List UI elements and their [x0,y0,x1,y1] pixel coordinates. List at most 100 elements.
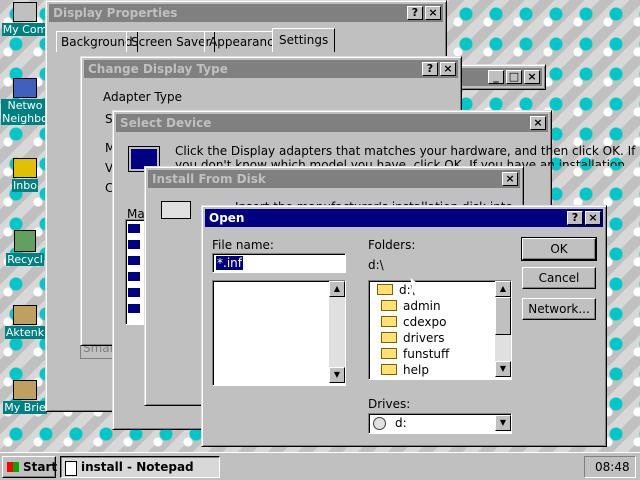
folder-label: funstuff [403,347,450,361]
network-icon [13,78,37,98]
tab-settings[interactable]: Settings [272,28,336,52]
close-button[interactable]: × [425,6,441,20]
folder-list-scrollbar[interactable]: ▲ ▼ [495,281,511,377]
close-button[interactable]: × [585,211,601,225]
ok-button[interactable]: OK [521,237,597,261]
window-title: Change Display Type [88,62,228,76]
desktop-icon-label: My Brie [3,401,47,414]
start-button[interactable]: Start [2,456,58,478]
close-button[interactable]: × [440,62,456,76]
instruction-text-line1: Click the Display adapters that matches … [175,144,636,158]
briefcase-icon [13,305,37,325]
manufacturer-list[interactable] [125,219,145,325]
help-button[interactable]: ? [422,62,438,76]
file-name-input[interactable]: *.inf [212,253,346,273]
minimize-button[interactable]: _ [488,70,504,84]
folder-item[interactable]: cdexpo [381,315,446,331]
folder-label: cdexpo [403,315,447,329]
help-button[interactable]: ? [407,6,423,20]
desktop-icon-label: My Com [1,23,49,36]
desktop-icon-label: Inbo [12,179,38,192]
floppy-drive-icon [161,201,191,219]
drive-value: d: [395,416,407,430]
cd-drive-icon [373,417,386,430]
file-list[interactable]: ▲ ▼ [212,280,346,386]
close-button[interactable]: × [524,70,540,84]
window-title: Select Device [120,116,212,130]
scroll-down-arrow[interactable]: ▼ [329,367,345,383]
file-list-scrollbar[interactable]: ▲ ▼ [329,281,345,383]
adapter-type-label: Adapter Type [103,90,182,104]
desktop-icon-recycle-bin[interactable]: Recycl [0,230,50,266]
open-dialog: Open ? × File name: *.inf ▲ ▼ Folders: d… [201,205,607,447]
close-button[interactable]: × [530,116,546,130]
folder-item[interactable]: drivers [381,331,445,347]
clock: 08:48 [595,460,630,474]
monitor-icon [128,272,140,281]
desktop-icon-label: Netwo Neighbo [1,99,49,125]
select-device-titlebar: Select Device × [116,114,548,132]
instruction-text-line2: you don't know which model you have, cli… [175,158,625,166]
change-display-titlebar: Change Display Type ? × [84,60,458,78]
computer-icon [13,2,37,22]
folder-icon [381,300,397,311]
desktop-icon-inbox[interactable]: Inbo [0,158,50,192]
briefcase-icon [13,380,37,400]
desktop-icon-network[interactable]: Netwo Neighbo [0,78,50,125]
inbox-icon [13,158,37,178]
maximize-button[interactable]: □ [506,70,522,84]
system-tray: 08:48 [584,456,636,478]
cancel-button[interactable]: Cancel [522,267,596,289]
start-label: Start [23,460,58,474]
display-properties-titlebar: Display Properties ? × [49,4,443,22]
folder-icon [381,316,397,327]
folder-list[interactable]: d:\ admin cdexpo drivers funstuff help ▲… [368,280,512,380]
scroll-up-arrow[interactable]: ▲ [329,281,345,297]
drives-label: Drives: [368,397,411,411]
desktop-icon-my-briefcase[interactable]: My Brie [0,380,50,414]
window-title: Open [209,211,245,225]
desktop-icon-briefcase-folder[interactable]: Aktenk [0,305,50,339]
windows-logo-icon [7,462,19,472]
window-title: Display Properties [53,6,178,20]
open-folder-icon [377,284,393,295]
scroll-thumb[interactable] [495,297,511,335]
drives-select[interactable]: d: ▼ [368,413,512,434]
recycle-bin-icon [14,230,36,252]
taskbar-item-notepad[interactable]: install - Notepad [60,456,220,478]
monitor-icon [128,304,140,313]
desktop-icon-my-computer[interactable]: My Com [0,2,50,36]
monitor-icon [128,240,140,249]
folder-label: admin [403,299,441,313]
folder-icon [381,364,397,375]
install-from-disk-titlebar: Install From Disk × [148,170,520,188]
folder-icon [381,332,397,343]
chevron-down-icon[interactable]: ▼ [495,415,511,431]
folders-label: Folders: [368,238,416,252]
desktop-icon-label: Aktenk [4,326,46,339]
open-dialog-titlebar: Open ? × [205,209,603,227]
tab-screen-saver[interactable]: Screen Saver [126,31,216,52]
scroll-up-arrow[interactable]: ▲ [495,281,511,297]
file-name-label: File name: [212,238,274,252]
monitor-icon [128,288,140,297]
file-name-value: *.inf [216,256,243,270]
folder-icon [381,348,397,359]
taskbar: Start install - Notepad 08:48 [0,452,640,480]
network-button[interactable]: Network... [522,298,596,320]
monitor-icon [128,224,140,233]
help-button[interactable]: ? [567,211,583,225]
close-button[interactable]: × [502,172,518,186]
desktop-icon-label: Recycl [6,253,44,266]
window-title: Install From Disk [152,172,266,186]
folder-label: drivers [403,331,445,345]
folder-item[interactable]: admin [381,299,441,315]
notepad-icon [65,461,77,476]
current-path: d:\ [368,258,384,272]
folder-item[interactable]: help [381,363,429,377]
scroll-down-arrow[interactable]: ▼ [495,361,511,377]
folder-item[interactable]: funstuff [381,347,449,363]
monitor-icon [128,256,140,265]
task-label: install - Notepad [81,460,194,474]
folder-label: help [403,363,429,377]
